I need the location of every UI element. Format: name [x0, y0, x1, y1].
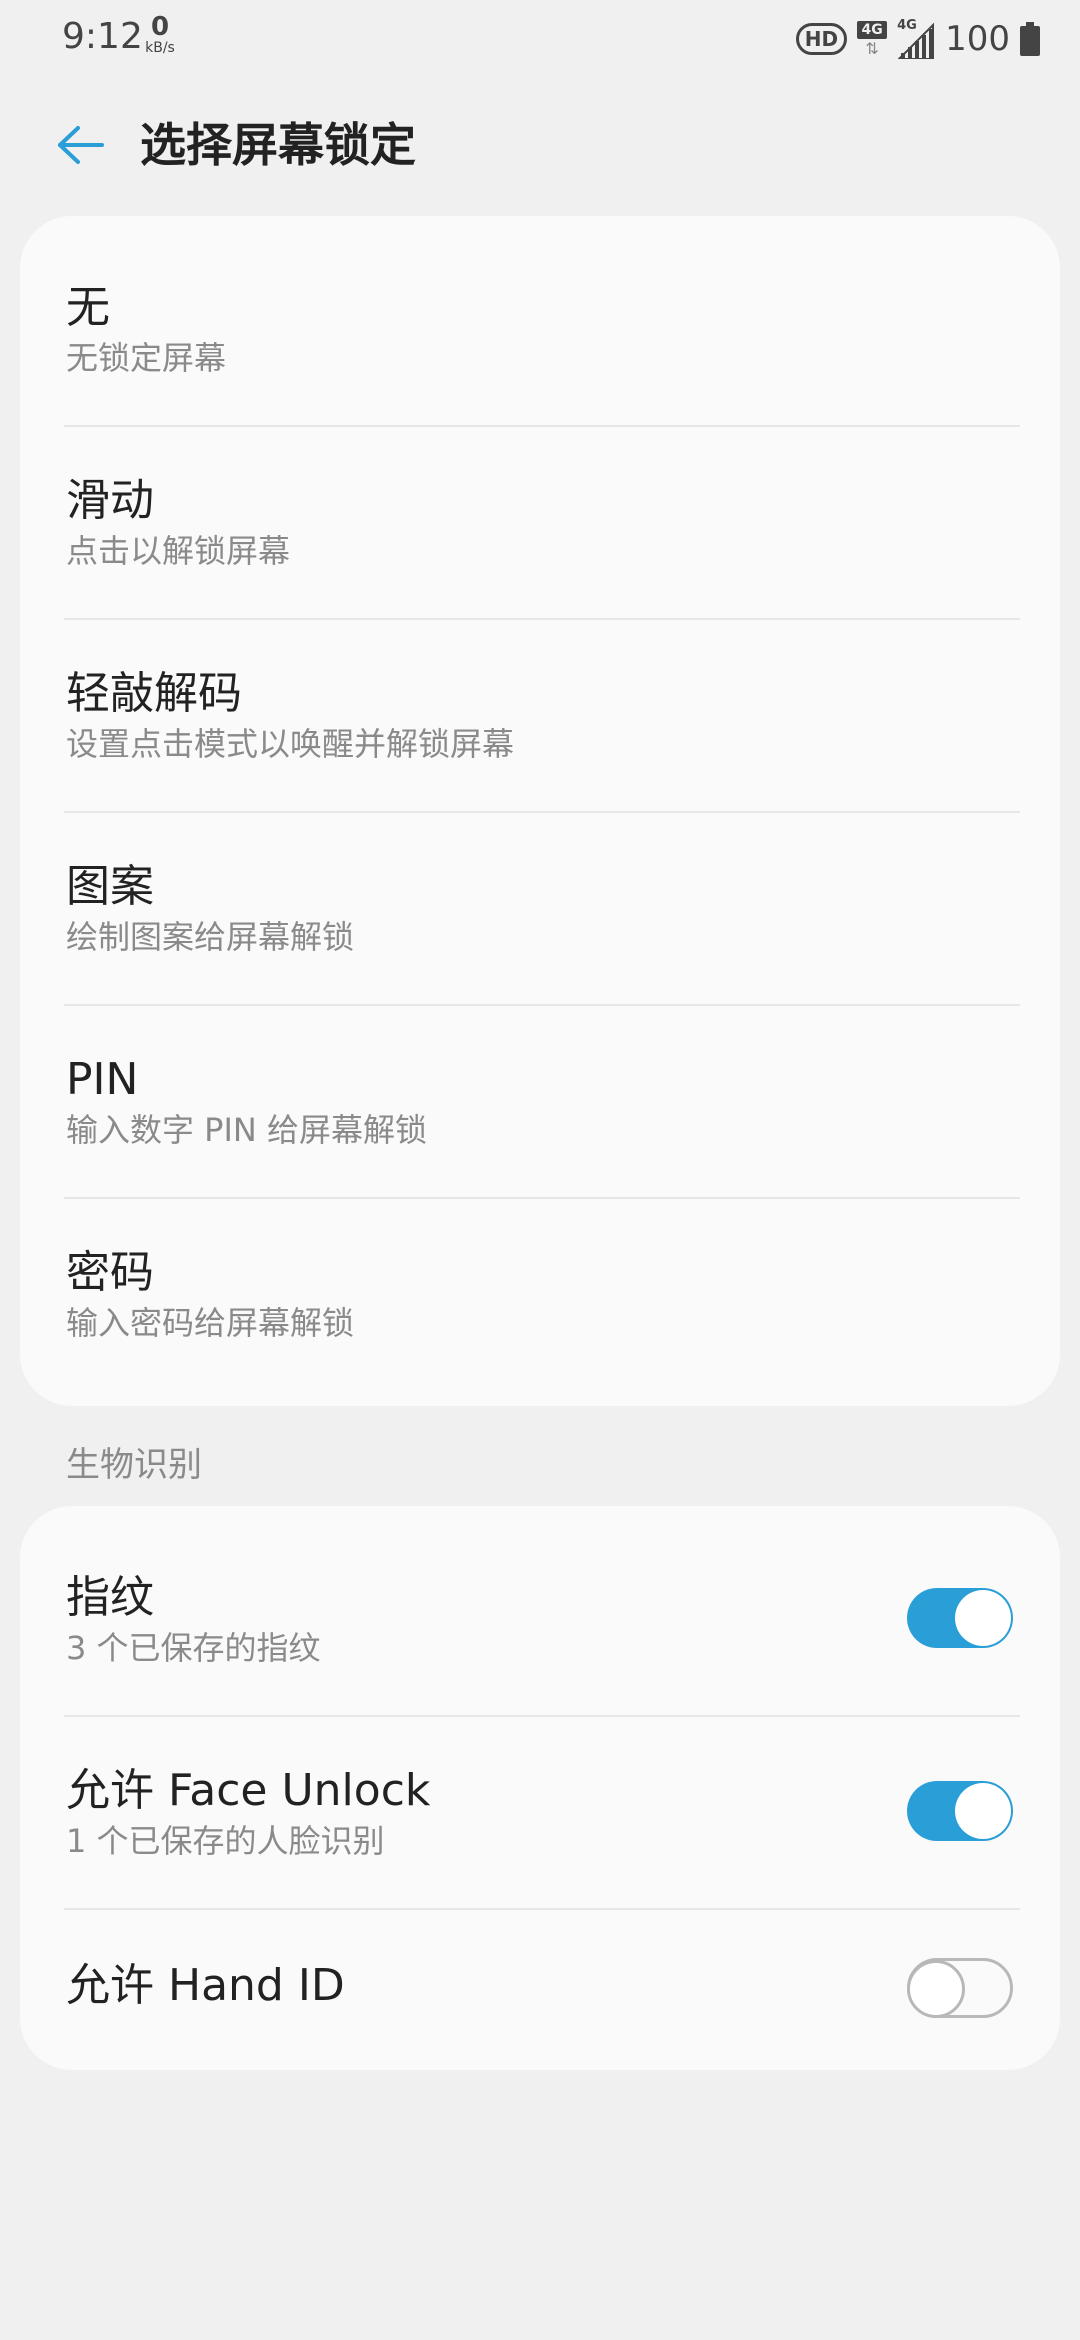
- lock-option-pattern[interactable]: 图案 绘制图案给屏幕解锁: [20, 795, 1060, 988]
- option-title: 允许 Hand ID: [66, 1960, 345, 2011]
- hd-voice-icon: HD: [795, 23, 848, 55]
- toggle-knob: [907, 1960, 965, 2018]
- biometric-fingerprint[interactable]: 指纹 3 个已保存的指纹: [20, 1506, 1060, 1699]
- mobile-data-icon: 4G ⇅: [857, 19, 888, 59]
- option-title: 指纹: [66, 1572, 154, 1623]
- option-subtitle: 设置点击模式以唤醒并解锁屏幕: [66, 725, 515, 763]
- option-title: 无: [66, 282, 110, 333]
- lock-options-card: 无 无锁定屏幕 滑动 点击以解锁屏幕 轻敲解码 设置点击模式以唤醒并解锁屏幕 图…: [20, 216, 1060, 1406]
- face-unlock-toggle[interactable]: [907, 1781, 1013, 1841]
- option-title: 密码: [66, 1247, 154, 1298]
- option-subtitle: 3 个已保存的指纹: [66, 1629, 321, 1667]
- network-speed-value: 0: [150, 12, 170, 42]
- lock-option-knock-code[interactable]: 轻敲解码 设置点击模式以唤醒并解锁屏幕: [20, 602, 1060, 795]
- option-subtitle: 点击以解锁屏幕: [66, 532, 291, 570]
- biometric-hand-id[interactable]: 允许 Hand ID: [20, 1892, 1060, 2085]
- battery-level: 100: [945, 19, 1010, 59]
- section-header-biometrics: 生物识别: [66, 1445, 202, 1485]
- option-title: PIN: [66, 1054, 139, 1105]
- option-subtitle: 无锁定屏幕: [66, 339, 227, 377]
- mobile-data-type: 4G: [857, 21, 888, 39]
- lock-option-pin[interactable]: PIN 输入数字 PIN 给屏幕解锁: [20, 988, 1060, 1181]
- option-subtitle: 输入密码给屏幕解锁: [66, 1304, 355, 1342]
- lock-option-password[interactable]: 密码 输入密码给屏幕解锁: [20, 1181, 1060, 1374]
- back-arrow-icon: [58, 126, 104, 164]
- option-title: 滑动: [66, 475, 154, 526]
- lock-option-none[interactable]: 无 无锁定屏幕: [20, 216, 1060, 409]
- option-title: 图案: [66, 861, 154, 912]
- toggle-knob: [955, 1783, 1011, 1839]
- signal-network-type: 4G: [897, 18, 917, 33]
- option-title: 轻敲解码: [66, 668, 242, 719]
- option-title: 允许 Face Unlock: [66, 1765, 431, 1816]
- biometrics-card: 指纹 3 个已保存的指纹 允许 Face Unlock 1 个已保存的人脸识别 …: [20, 1506, 1060, 2070]
- option-subtitle: 绘制图案给屏幕解锁: [66, 918, 355, 956]
- back-button[interactable]: [50, 115, 110, 175]
- option-subtitle: 输入数字 PIN 给屏幕解锁: [66, 1111, 428, 1149]
- data-activity-icon: ⇅: [865, 39, 879, 58]
- lock-option-swipe[interactable]: 滑动 点击以解锁屏幕: [20, 409, 1060, 602]
- battery-icon: [1020, 22, 1040, 56]
- option-subtitle: 1 个已保存的人脸识别: [66, 1822, 385, 1860]
- fingerprint-toggle[interactable]: [907, 1588, 1013, 1648]
- status-time: 9:12: [62, 16, 143, 57]
- app-bar: 选择屏幕锁定: [0, 100, 1080, 190]
- biometric-face-unlock[interactable]: 允许 Face Unlock 1 个已保存的人脸识别: [20, 1699, 1060, 1892]
- status-icons: HD 4G ⇅ 4G 100: [795, 14, 1040, 64]
- hand-id-toggle[interactable]: [907, 1958, 1013, 2018]
- status-bar: 9:12 0 kB/s HD 4G ⇅ 4G 100: [0, 0, 1080, 76]
- signal-strength-icon: 4G: [896, 18, 935, 60]
- network-speed-indicator: 0 kB/s: [140, 14, 180, 56]
- toggle-knob: [955, 1590, 1011, 1646]
- network-speed-unit: kB/s: [145, 40, 175, 56]
- page-title: 选择屏幕锁定: [140, 118, 416, 172]
